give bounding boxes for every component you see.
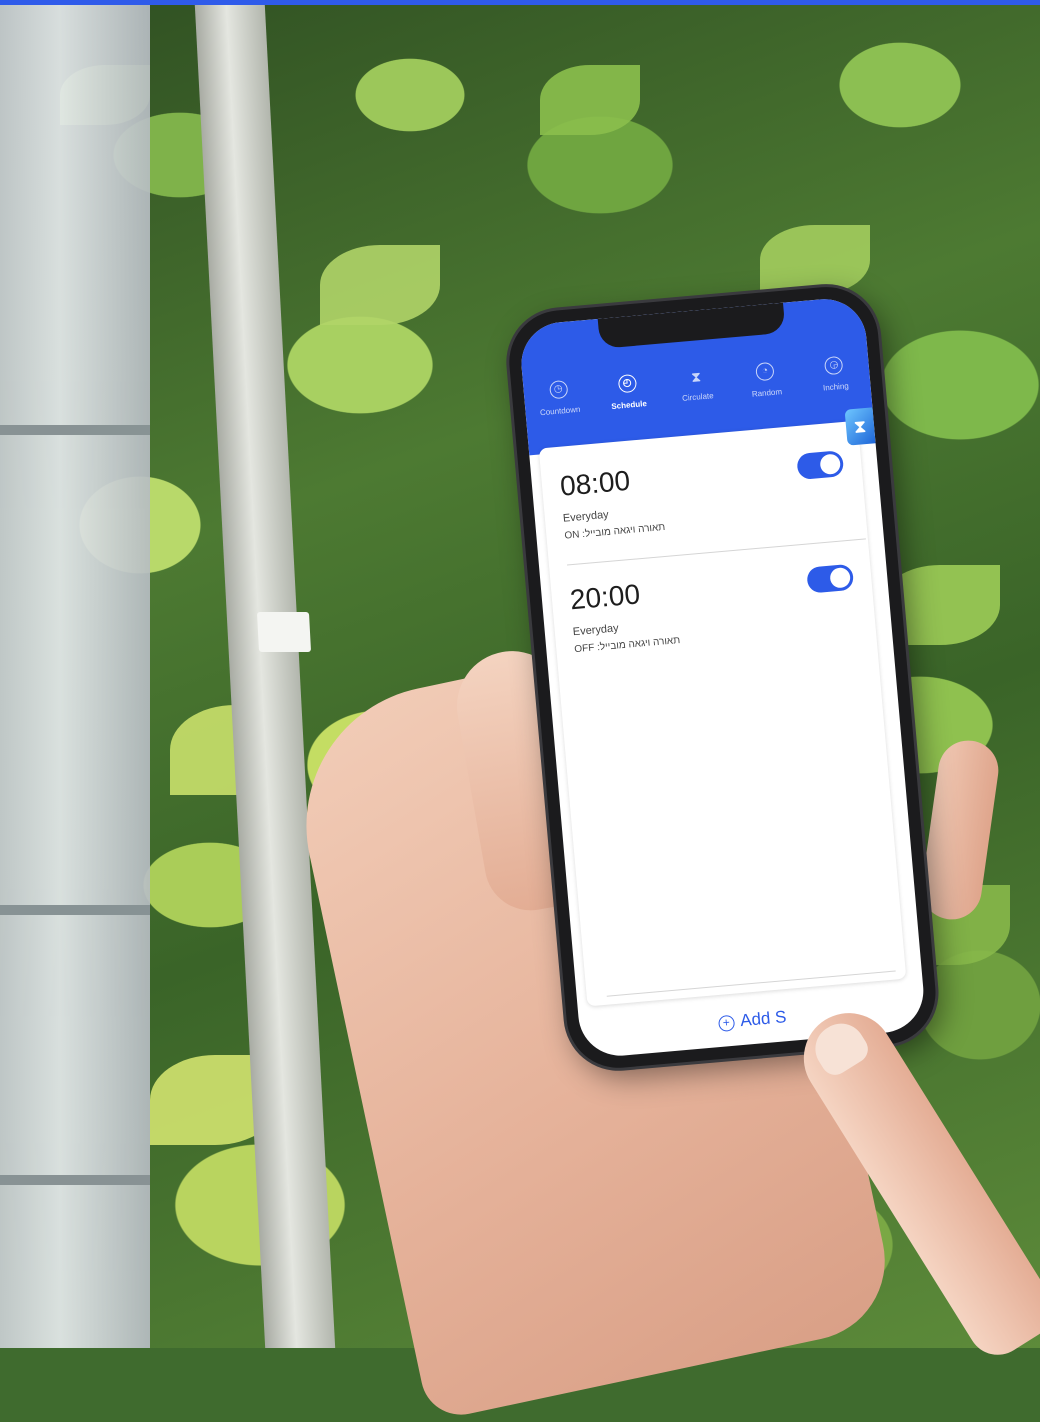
tab-label: Inching [822, 381, 850, 393]
hourglass-icon: ⧗ [690, 368, 702, 385]
phone-screen: ◷ Countdown ◴ Schedule ⧗ Circulate ◔ Ran… [518, 295, 927, 1060]
phone-body: ◷ Countdown ◴ Schedule ⧗ Circulate ◔ Ran… [505, 282, 940, 1073]
tab-countdown[interactable]: ◷ Countdown [525, 378, 594, 419]
tab-label: Schedule [610, 398, 648, 412]
tab-label: Random [751, 387, 783, 399]
stopwatch-icon: ◔ [755, 361, 775, 382]
inching-icon: ◶ [824, 355, 844, 376]
tab-random[interactable]: ◔ Random [731, 360, 800, 401]
tab-bar: ◷ Countdown ◴ Schedule ⧗ Circulate ◔ Ran… [523, 354, 871, 419]
toggle-knob [819, 453, 842, 476]
tab-circulate[interactable]: ⧗ Circulate [662, 366, 731, 407]
window-frame-bar [0, 905, 150, 915]
top-accent-bar [0, 0, 1040, 5]
tab-schedule[interactable]: ◴ Schedule [594, 372, 663, 413]
schedule-list: 08:00 Everyday ON :תאורה ויגאה מובייל 20… [538, 420, 907, 1007]
tab-label: Countdown [539, 404, 581, 418]
tab-inching[interactable]: ◶ Inching [800, 354, 869, 395]
plus-circle-icon: + [717, 1014, 736, 1033]
smartphone: ◷ Countdown ◴ Schedule ⧗ Circulate ◔ Ran… [505, 282, 940, 1073]
hourglass-badge-icon: ⧗ [844, 407, 876, 446]
alarm-clock-icon: ◴ [617, 373, 637, 394]
countdown-icon: ◷ [548, 379, 569, 400]
pole-clip [256, 612, 312, 652]
leaf [320, 245, 440, 325]
add-schedule-label: Add S [739, 1007, 788, 1031]
schedule-item[interactable]: 20:00 Everyday OFF :תאורה ויגאה מובייל [569, 559, 864, 655]
toggle-knob [829, 566, 852, 589]
leaf [540, 65, 640, 135]
window-frame [0, 5, 150, 1348]
schedule-item[interactable]: 08:00 Everyday ON :תאורה ויגאה מובייל [559, 446, 854, 542]
window-frame-bar [0, 1175, 150, 1185]
window-frame-bar [0, 425, 150, 435]
tab-label: Circulate [681, 391, 714, 403]
